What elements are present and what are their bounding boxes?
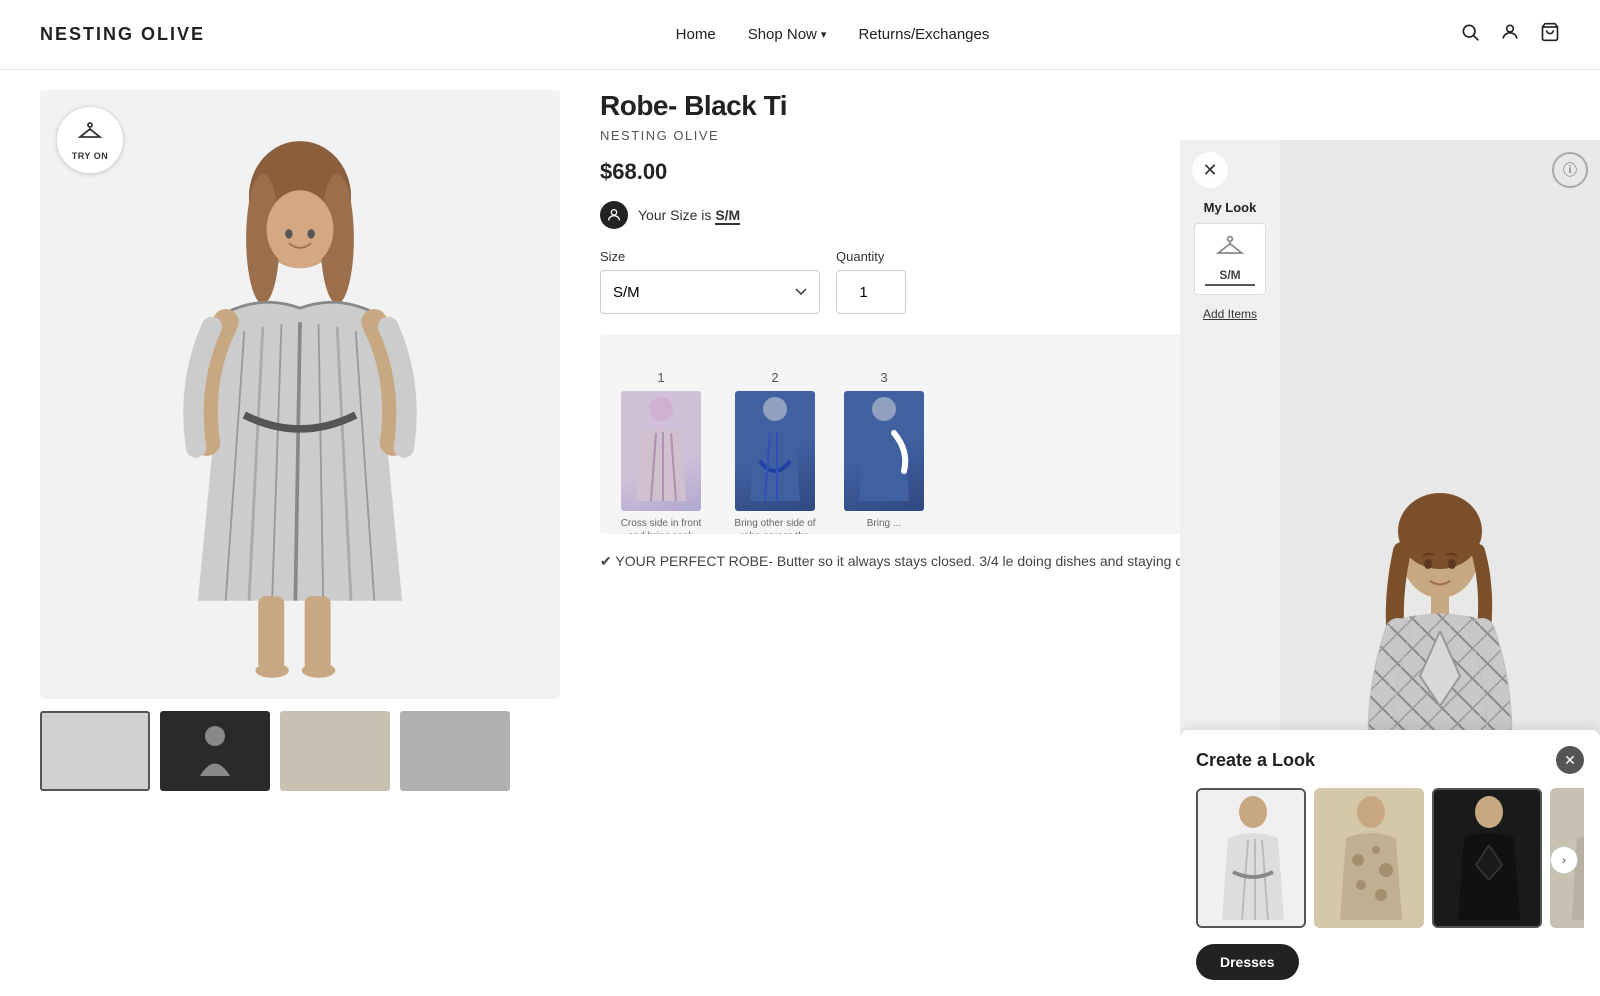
qty-input[interactable] <box>836 270 906 314</box>
create-look-title: Create a Look <box>1196 750 1315 771</box>
thumbnail-3[interactable] <box>280 711 390 791</box>
create-look-close-button[interactable]: ✕ <box>1556 746 1584 774</box>
size-field-group: Size S/M L/XL <box>600 249 820 314</box>
my-look-item[interactable]: S/M <box>1194 223 1266 295</box>
thumb-2-img <box>185 721 245 781</box>
search-icon[interactable] <box>1460 22 1480 48</box>
thumbnail-1[interactable] <box>40 711 150 791</box>
my-look-label: My Look <box>1204 200 1257 215</box>
product-images-panel: TRY ON <box>0 70 580 926</box>
header-icons <box>1460 22 1560 48</box>
main-nav: Home Shop Now ▾ Returns/Exchanges <box>676 26 990 43</box>
thumbnail-2[interactable] <box>160 711 270 791</box>
size-label: Size <box>600 249 820 264</box>
size-icon <box>600 201 628 229</box>
try-on-button[interactable]: TRY ON <box>56 106 124 174</box>
hanger-icon <box>78 119 102 149</box>
create-look-panel: Create a Look ✕ <box>1180 730 1600 996</box>
create-look-header: Create a Look ✕ <box>1196 746 1584 774</box>
figure-caption-1: Cross side in front and bring sash throu… <box>616 517 706 534</box>
figure-num-3: 3 <box>880 370 887 385</box>
thumbnail-4[interactable] <box>400 711 510 791</box>
site-logo: NESTING OLIVE <box>40 24 205 45</box>
look-item-1[interactable] <box>1196 788 1306 928</box>
size-suggestion-text: Your Size is S/M <box>638 207 740 223</box>
nav-home[interactable]: Home <box>676 26 716 43</box>
thumbnail-row <box>40 711 560 791</box>
cart-icon[interactable] <box>1540 22 1560 48</box>
nav-shop-now[interactable]: Shop Now ▾ <box>748 26 827 43</box>
instruction-figure-3: 3 Bring ... <box>844 370 924 534</box>
figure-num-2: 2 <box>771 370 778 385</box>
look-item-3[interactable] <box>1432 788 1542 928</box>
create-look-next-button[interactable]: › <box>1550 846 1578 874</box>
tryon-close-button[interactable]: ✕ <box>1192 152 1228 188</box>
figure-img-3 <box>844 391 924 511</box>
try-on-label: TRY ON <box>72 151 109 161</box>
add-items-link[interactable]: Add Items <box>1203 307 1257 321</box>
figure-caption-3: Bring ... <box>867 517 901 530</box>
product-image-svg <box>40 90 560 694</box>
tryon-panel: ✕ ⓘ My Look S/M Add Items <box>1180 140 1600 996</box>
figure-caption-2: Bring other side of robe across the fron… <box>730 517 820 534</box>
chevron-down-icon: ▾ <box>821 28 827 41</box>
product-title: Robe- Black Ti <box>600 90 1570 122</box>
look-item-2[interactable] <box>1314 788 1424 928</box>
qty-label: Quantity <box>836 249 906 264</box>
figure-num-1: 1 <box>657 370 664 385</box>
size-select[interactable]: S/M L/XL <box>600 270 820 314</box>
dresses-button[interactable]: Dresses <box>1196 944 1299 980</box>
my-look-hanger-icon <box>1216 232 1244 266</box>
nav-returns[interactable]: Returns/Exchanges <box>858 26 989 43</box>
create-look-items-container: › <box>1196 788 1584 932</box>
create-look-items <box>1196 788 1584 932</box>
figure-img-2 <box>735 391 815 511</box>
account-icon[interactable] <box>1500 22 1520 48</box>
instruction-figure-2: 2 Bring other side of robe across the fr… <box>730 370 820 534</box>
qty-field-group: Quantity <box>836 249 906 314</box>
site-header: NESTING OLIVE Home Shop Now ▾ Returns/Ex… <box>0 0 1600 70</box>
my-look-underline <box>1205 284 1255 286</box>
tryon-info-button[interactable]: ⓘ <box>1552 152 1588 188</box>
main-product-image: TRY ON <box>40 90 560 699</box>
figure-img-1 <box>621 391 701 511</box>
my-look-size-label: S/M <box>1219 268 1240 282</box>
instruction-figure-1: 1 Cross side in front and bring sash thr… <box>616 370 706 534</box>
